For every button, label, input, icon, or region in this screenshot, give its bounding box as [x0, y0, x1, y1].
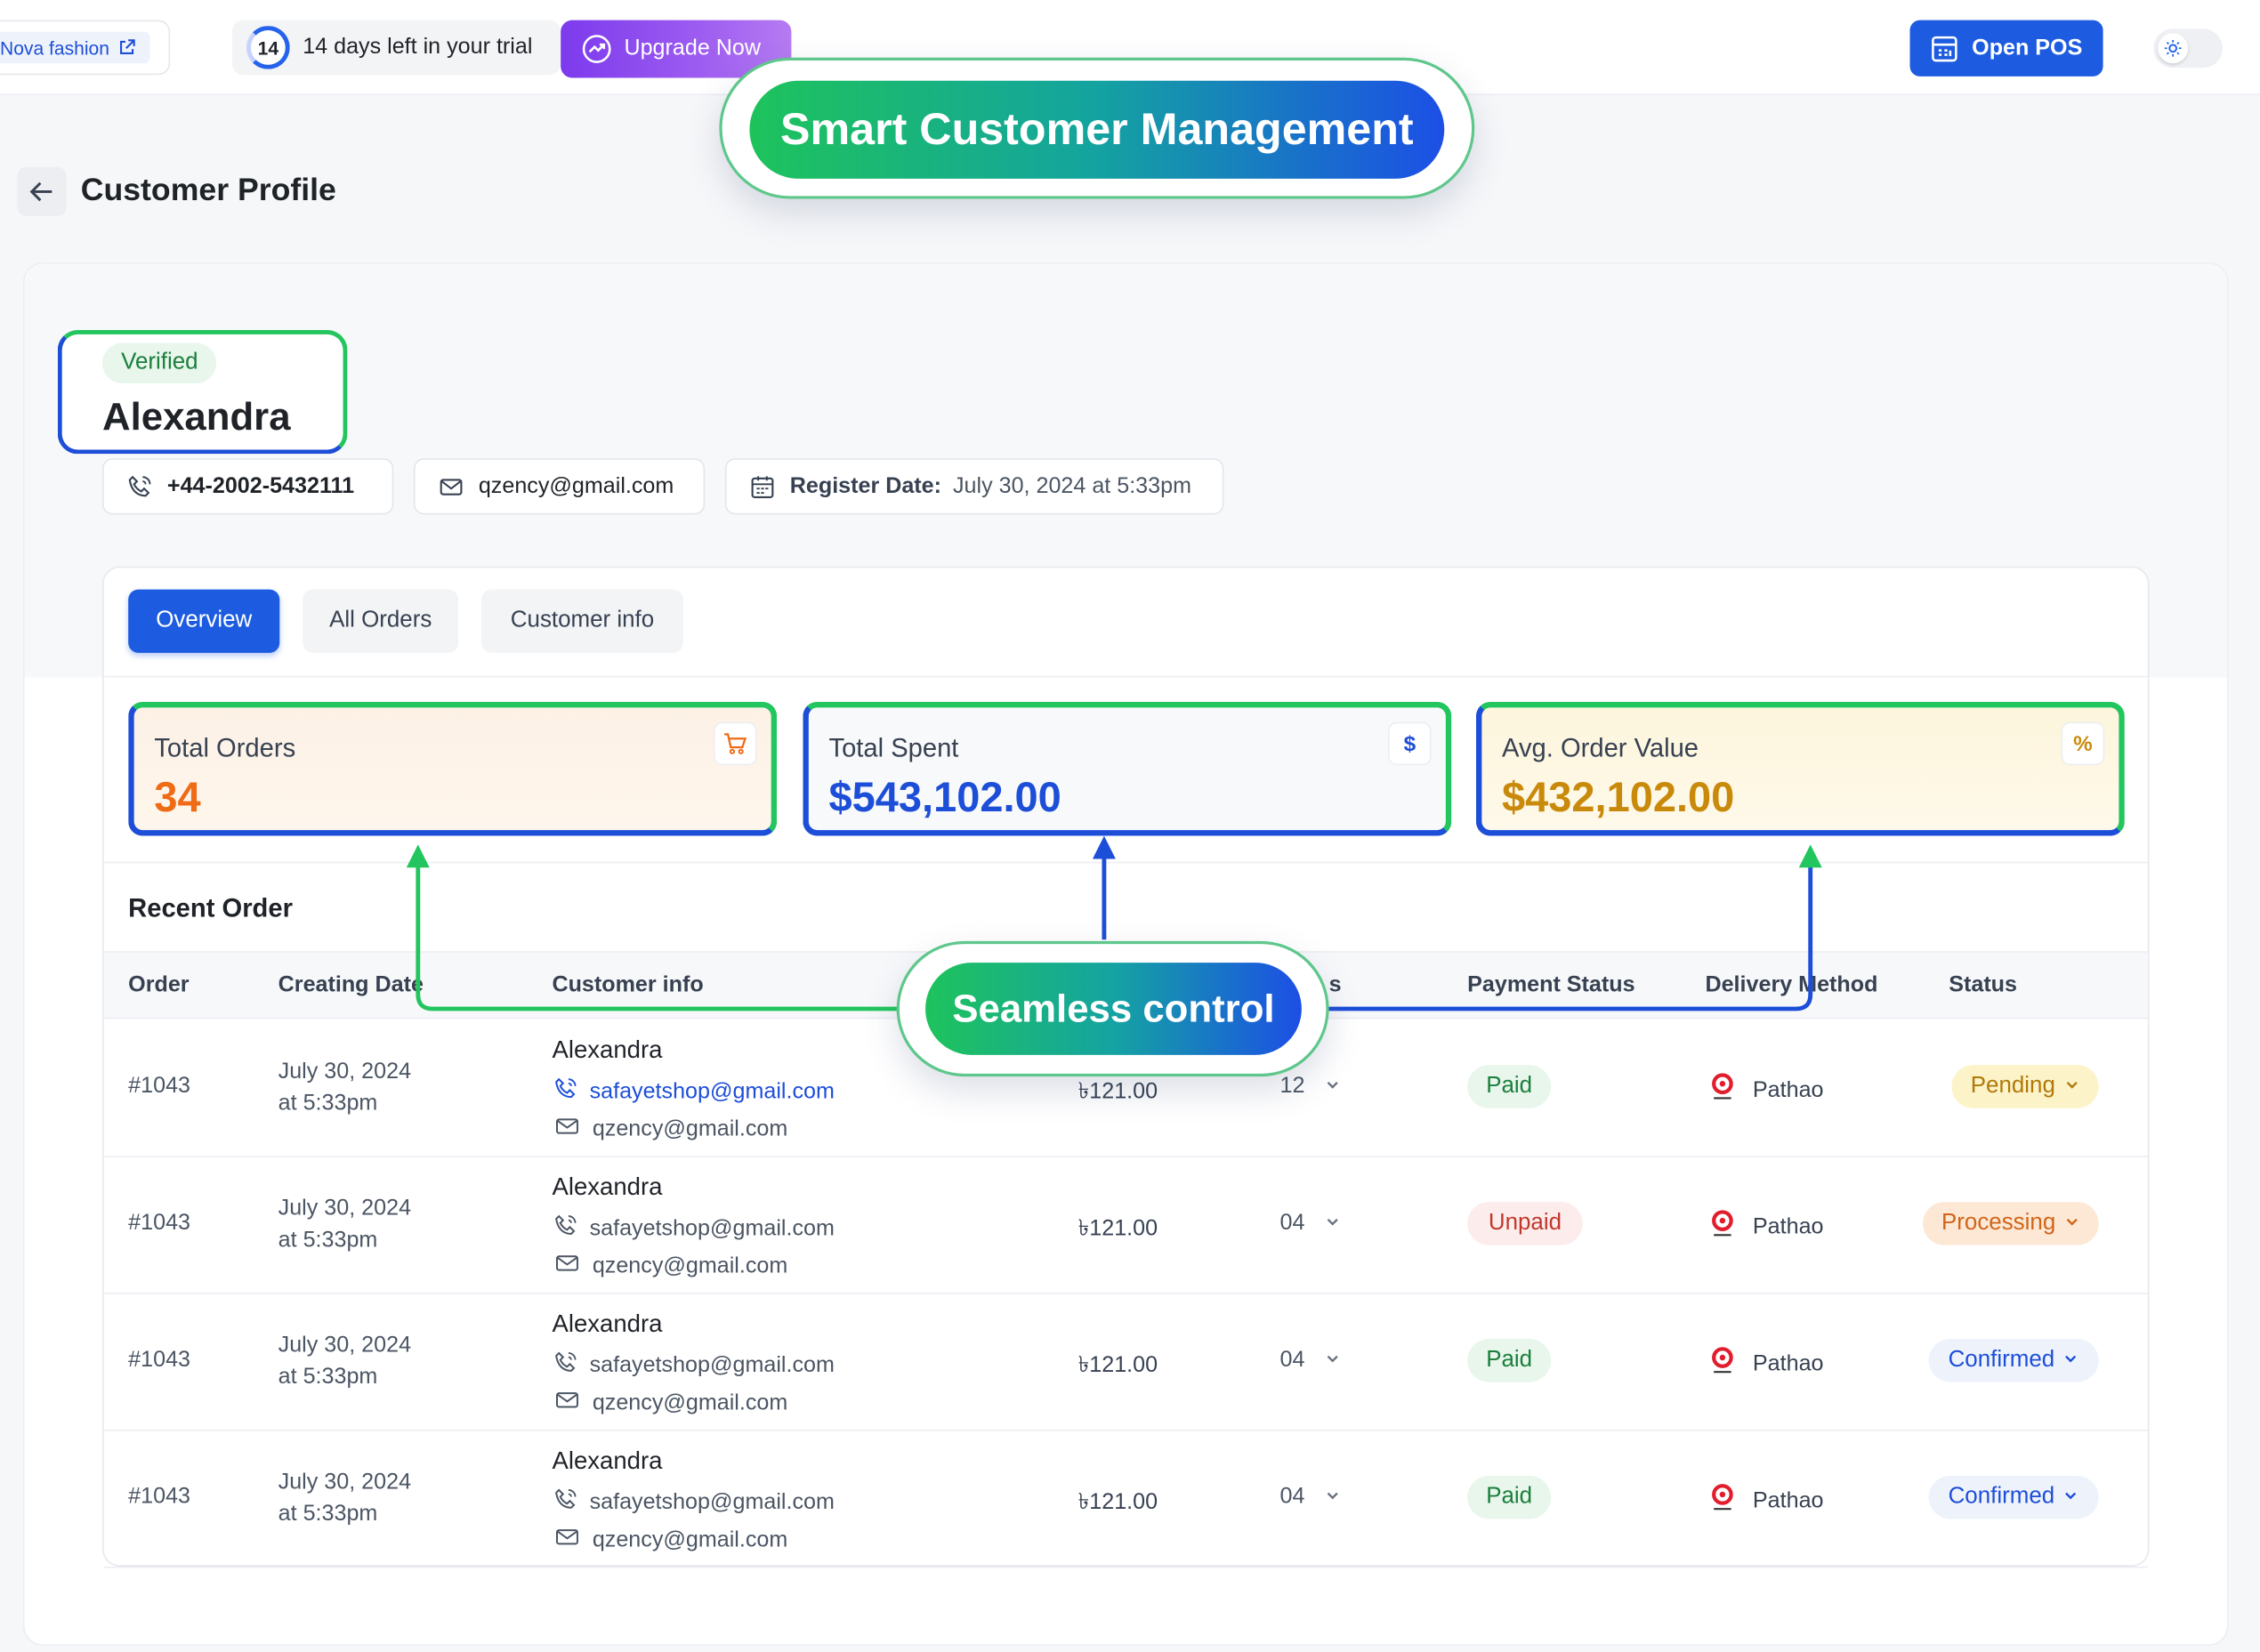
callout-smart-label: Smart Customer Management — [749, 80, 1445, 179]
callout-connectors — [406, 835, 1822, 1011]
callout-seamless-label: Seamless control — [925, 963, 1302, 1055]
